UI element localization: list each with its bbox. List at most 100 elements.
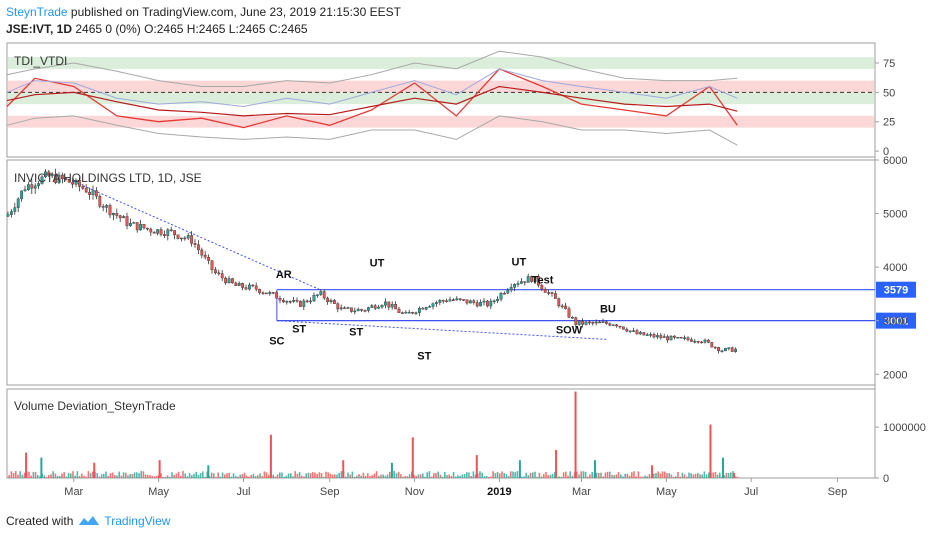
candle-body (108, 205, 112, 216)
volume-bar (158, 460, 161, 478)
candle-body (428, 306, 431, 308)
candle-body (299, 300, 302, 307)
volume-bar (69, 473, 72, 478)
volume-bar (358, 474, 360, 478)
volume-bar (481, 472, 483, 478)
volume-bar (663, 471, 666, 478)
volume-bar (173, 474, 175, 478)
volume-bar (498, 473, 501, 478)
volume-bar (34, 472, 37, 478)
candle-body (635, 330, 639, 335)
volume-bar (219, 476, 222, 478)
volume-bar (534, 471, 536, 478)
volume-bar (72, 471, 74, 478)
volume-bar (349, 474, 351, 478)
tradingview-brand[interactable]: TradingView (104, 514, 170, 528)
volume-bar (558, 476, 560, 478)
candle-body (475, 302, 479, 307)
candle-body (618, 325, 622, 328)
candle-body (469, 300, 472, 304)
volume-bar (245, 475, 248, 478)
volume-bar (133, 472, 136, 478)
volume-bar (624, 473, 626, 478)
volume-bar (259, 473, 261, 478)
volume-bar (146, 475, 149, 478)
volume-bar (591, 472, 593, 478)
candle-body (343, 307, 346, 309)
volume-bar (274, 476, 277, 478)
candle-body (234, 282, 238, 286)
volume-bar (525, 472, 527, 478)
volume-bar (393, 470, 395, 478)
volume-bar (116, 475, 118, 478)
volume-bar (626, 473, 629, 478)
volume-bar (215, 476, 217, 478)
volume-bar (501, 471, 503, 478)
volume-bar (347, 472, 349, 478)
candle-body (679, 337, 683, 339)
volume-bar (483, 476, 486, 478)
volume-bar (404, 476, 406, 478)
volume-bar (685, 476, 688, 478)
volume-bar (388, 471, 391, 478)
volume-bar (210, 472, 213, 478)
volume-bar (100, 474, 103, 478)
volume-bar (344, 476, 347, 478)
candle-body (683, 337, 687, 339)
candle-body (571, 317, 574, 319)
time-axis-label: May (148, 486, 169, 498)
volume-bar (338, 472, 340, 478)
volume-bar (463, 473, 466, 478)
candle-body (23, 189, 27, 192)
time-axis-label: Nov (405, 486, 425, 498)
volume-bar (661, 471, 664, 478)
candle-body (162, 234, 166, 236)
candle-body (414, 312, 418, 314)
volume-bar (437, 471, 439, 478)
candle-body (611, 324, 615, 327)
volume-bar (496, 471, 499, 478)
candle-body (237, 283, 241, 286)
candle-body (261, 292, 265, 294)
volume-bar (390, 462, 393, 478)
candle-body (316, 294, 319, 296)
volume-bar (135, 472, 138, 478)
candle-body (401, 312, 404, 314)
volume-bar (461, 474, 464, 478)
volume-bar (45, 476, 48, 478)
volume-bar (195, 471, 197, 478)
candle-body (601, 321, 605, 324)
volume-bar (507, 475, 510, 478)
price-pane-frame (6, 159, 876, 386)
price-axis-label: 4000 (883, 262, 907, 274)
volume-bar (168, 476, 171, 478)
candle-body (254, 285, 258, 290)
price-axis-label: 3000 (883, 316, 907, 328)
volume-bar (736, 476, 739, 478)
volume-bar (690, 473, 692, 478)
volume-bar (10, 471, 13, 478)
wyckoff-annotation: UT (370, 257, 385, 269)
price-axis-label: 6000 (883, 155, 907, 167)
volume-bar (459, 475, 461, 478)
candle-body (479, 302, 482, 307)
volume-bar (707, 472, 710, 478)
volume-bar (657, 471, 659, 478)
volume-bar (355, 475, 358, 478)
candle-body (101, 206, 105, 208)
volume-bar (465, 472, 468, 478)
volume-bar (166, 475, 169, 478)
volume-bar (243, 472, 246, 478)
volume-bar (217, 472, 219, 478)
candle-body (554, 293, 557, 299)
candle-body (88, 191, 92, 195)
price-axis-label: 5000 (883, 209, 907, 221)
wyckoff-annotation: SC (269, 336, 284, 348)
chart-canvas[interactable]: TDI_VTDI025507535793001ARSCST STUTSTUTTes… (0, 0, 939, 540)
candle-body (336, 303, 340, 310)
volume-bar (292, 476, 294, 478)
candle-body (149, 228, 153, 233)
volume-bar (32, 471, 35, 478)
volume-bar (76, 471, 79, 478)
volume-bar (263, 471, 266, 478)
